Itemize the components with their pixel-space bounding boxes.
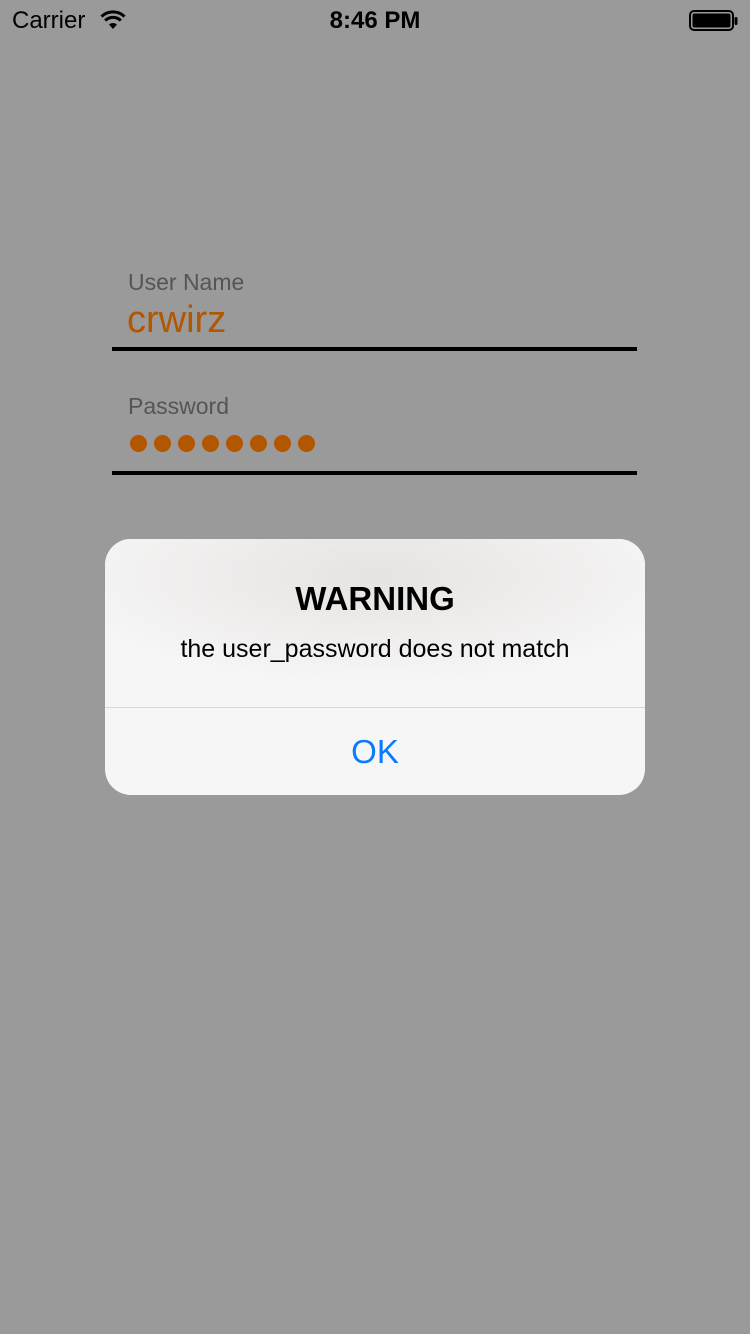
ok-button[interactable]: OK — [105, 708, 645, 795]
alert-body: WARNING the user_password does not match — [105, 539, 645, 707]
battery-icon — [689, 10, 739, 32]
password-dot — [202, 435, 219, 452]
password-label: Password — [128, 393, 229, 419]
password-dot — [250, 435, 267, 452]
password-dot — [154, 435, 171, 452]
status-time: 8:46 PM — [329, 7, 421, 34]
password-field[interactable]: Password — [112, 388, 637, 475]
alert-message: the user_password does not match — [180, 635, 570, 663]
password-dot — [274, 435, 291, 452]
username-input[interactable]: crwirz — [127, 298, 226, 342]
username-field[interactable]: User Name crwirz — [112, 264, 637, 351]
username-underline — [112, 347, 637, 351]
status-bar: Carrier 8:46 PM — [0, 0, 750, 40]
password-underline — [112, 471, 637, 475]
password-dot — [178, 435, 195, 452]
password-dot — [298, 435, 315, 452]
password-dot — [226, 435, 243, 452]
password-dot — [130, 435, 147, 452]
alert-title: WARNING — [295, 580, 455, 617]
warning-alert: WARNING the user_password does not match… — [105, 539, 645, 795]
password-input[interactable] — [130, 435, 315, 455]
username-label: User Name — [128, 269, 245, 295]
